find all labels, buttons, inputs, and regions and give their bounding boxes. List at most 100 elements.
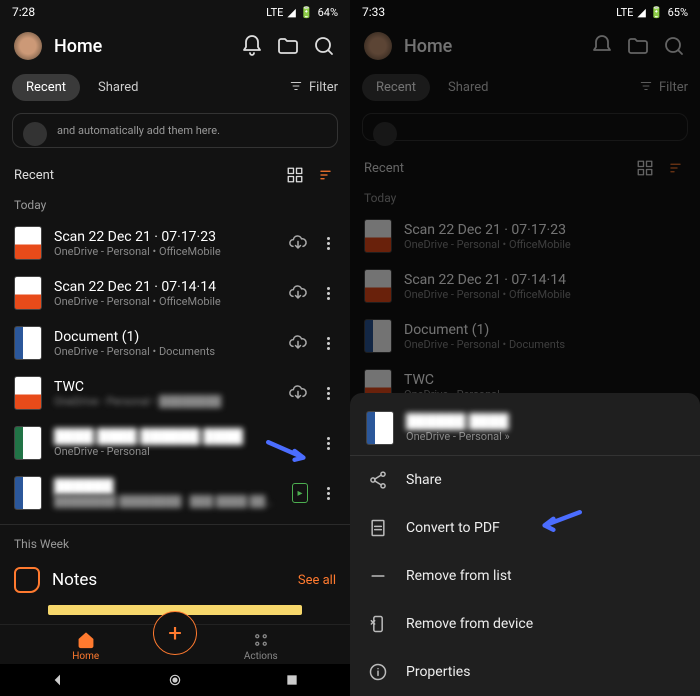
sheet-file-header: ██████ ████ OneDrive - Personal » <box>350 401 700 456</box>
file-meta: ████████ ████████ · ███ ████ ████ <box>54 495 280 508</box>
file-row[interactable]: Document (1)OneDrive - Personal • Docume… <box>0 318 350 368</box>
file-name: Scan 22 Dec 21 · 07·17·23 <box>54 229 276 245</box>
filter-button[interactable]: Filter <box>289 79 338 97</box>
file-meta: OneDrive - Personal • Documents <box>54 345 276 358</box>
sheet-item-label: Remove from list <box>406 568 512 584</box>
section-title: Recent <box>14 168 54 183</box>
file-icon <box>366 411 394 445</box>
status-net: LTE <box>266 6 283 19</box>
file-name: TWC <box>54 379 276 395</box>
file-name: Scan 22 Dec 21 · 07·14·14 <box>54 279 276 295</box>
plus-icon: + <box>168 619 182 647</box>
bottom-nav: Home + Actions <box>0 624 350 664</box>
tabs-row: Recent Shared Filter <box>0 68 350 107</box>
bell-icon[interactable] <box>240 34 264 58</box>
nav-home[interactable]: Home <box>72 631 99 662</box>
file-row[interactable]: ██████████████ ████████ · ███ ████ ████ ▸ <box>0 468 350 518</box>
notes-title: Notes <box>52 570 286 590</box>
minus-icon <box>368 566 388 586</box>
status-battery: 64% <box>318 6 338 19</box>
file-name: ██████ <box>54 478 280 495</box>
cloud-download-icon[interactable] <box>288 283 308 303</box>
share-icon <box>368 470 388 490</box>
file-row[interactable]: Scan 22 Dec 21 · 07·14·14OneDrive - Pers… <box>0 268 350 318</box>
sheet-item-info[interactable]: Properties <box>350 648 700 696</box>
more-options-icon[interactable] <box>320 437 336 450</box>
more-options-icon[interactable] <box>320 487 336 500</box>
sheet-item-label: Convert to PDF <box>406 520 500 536</box>
folder-icon[interactable] <box>276 34 300 58</box>
file-icon <box>14 226 42 260</box>
recents-button[interactable] <box>284 672 300 688</box>
label-today: Today <box>0 192 350 218</box>
battery-icon: 🔋 <box>300 6 314 19</box>
cloud-download-icon[interactable] <box>288 233 308 253</box>
search-icon[interactable] <box>312 34 336 58</box>
file-meta: OneDrive - Personal • OfficeMobile <box>54 245 276 258</box>
sheet-file-meta: OneDrive - Personal » <box>406 430 684 443</box>
signal-icon: ◢ <box>637 6 645 19</box>
filter-icon <box>289 79 303 97</box>
file-icon <box>14 376 42 410</box>
file-icon <box>14 426 42 460</box>
sheet-item-pdf[interactable]: Convert to PDF <box>350 504 700 552</box>
info-banner[interactable]: and automatically add them here. <box>12 113 338 148</box>
see-all-link[interactable]: See all <box>298 573 336 588</box>
notes-header: Notes See all <box>0 557 350 603</box>
system-nav <box>0 664 350 696</box>
grid-view-icon[interactable] <box>286 166 304 184</box>
status-bar: 7:33 LTE ◢ 🔋 65% <box>350 0 700 24</box>
status-time: 7:33 <box>362 5 385 19</box>
page-title: Home <box>54 36 228 57</box>
mobile-badge-icon: ▸ <box>292 483 308 503</box>
section-header: Recent <box>0 158 350 192</box>
file-meta: OneDrive - Personal • ████████ <box>54 395 276 408</box>
sheet-item-phone-x[interactable]: Remove from device <box>350 600 700 648</box>
tab-recent[interactable]: Recent <box>12 74 80 101</box>
fab-add[interactable]: + <box>153 611 197 655</box>
sheet-item-label: Share <box>406 472 442 488</box>
status-right: LTE ◢ 🔋 64% <box>266 6 338 19</box>
sheet-file-name: ██████ ████ <box>406 413 684 430</box>
battery-icon: 🔋 <box>650 6 664 19</box>
file-name: ████ ████ ██████ ████ <box>54 428 276 445</box>
phone-right: 7:33 LTE ◢ 🔋 65% Home Recent Shared Filt… <box>350 0 700 696</box>
nav-actions-label: Actions <box>244 651 278 662</box>
back-button[interactable] <box>50 672 66 688</box>
info-icon <box>368 662 388 682</box>
file-row[interactable]: Scan 22 Dec 21 · 07·17·23OneDrive - Pers… <box>0 218 350 268</box>
file-row[interactable]: TWCOneDrive - Personal • ████████ <box>0 368 350 418</box>
pdf-icon <box>368 518 388 538</box>
more-options-icon[interactable] <box>320 287 336 300</box>
file-name: Document (1) <box>54 329 276 345</box>
more-options-icon[interactable] <box>320 387 336 400</box>
file-meta: OneDrive - Personal <box>54 445 276 458</box>
nav-actions[interactable]: Actions <box>244 631 278 662</box>
file-icon <box>14 476 42 510</box>
tab-shared[interactable]: Shared <box>84 74 152 101</box>
cloud-download-icon[interactable] <box>288 383 308 403</box>
context-sheet: ██████ ████ OneDrive - Personal » Share C… <box>350 393 700 696</box>
avatar[interactable] <box>14 32 42 60</box>
sheet-item-minus[interactable]: Remove from list <box>350 552 700 600</box>
notes-icon <box>14 567 40 593</box>
sort-icon[interactable] <box>318 166 336 184</box>
label-week: This Week <box>0 531 350 557</box>
status-time: 7:28 <box>12 5 35 19</box>
more-options-icon[interactable] <box>320 237 336 250</box>
more-options-icon[interactable] <box>320 337 336 350</box>
status-net: LTE <box>616 6 633 19</box>
status-right: LTE ◢ 🔋 65% <box>616 6 688 19</box>
nav-home-label: Home <box>72 651 99 662</box>
home-button[interactable] <box>167 672 183 688</box>
file-icon <box>14 326 42 360</box>
sheet-item-share[interactable]: Share <box>350 456 700 504</box>
sheet-item-label: Properties <box>406 664 470 680</box>
file-list: Scan 22 Dec 21 · 07·17·23OneDrive - Pers… <box>0 218 350 518</box>
banner-icon <box>23 122 47 146</box>
cloud-download-icon[interactable] <box>288 333 308 353</box>
file-icon <box>14 276 42 310</box>
phone-left: 7:28 LTE ◢ 🔋 64% Home Recent Shared Filt… <box>0 0 350 696</box>
status-bar: 7:28 LTE ◢ 🔋 64% <box>0 0 350 24</box>
file-row[interactable]: ████ ████ ██████ ████OneDrive - Personal <box>0 418 350 468</box>
